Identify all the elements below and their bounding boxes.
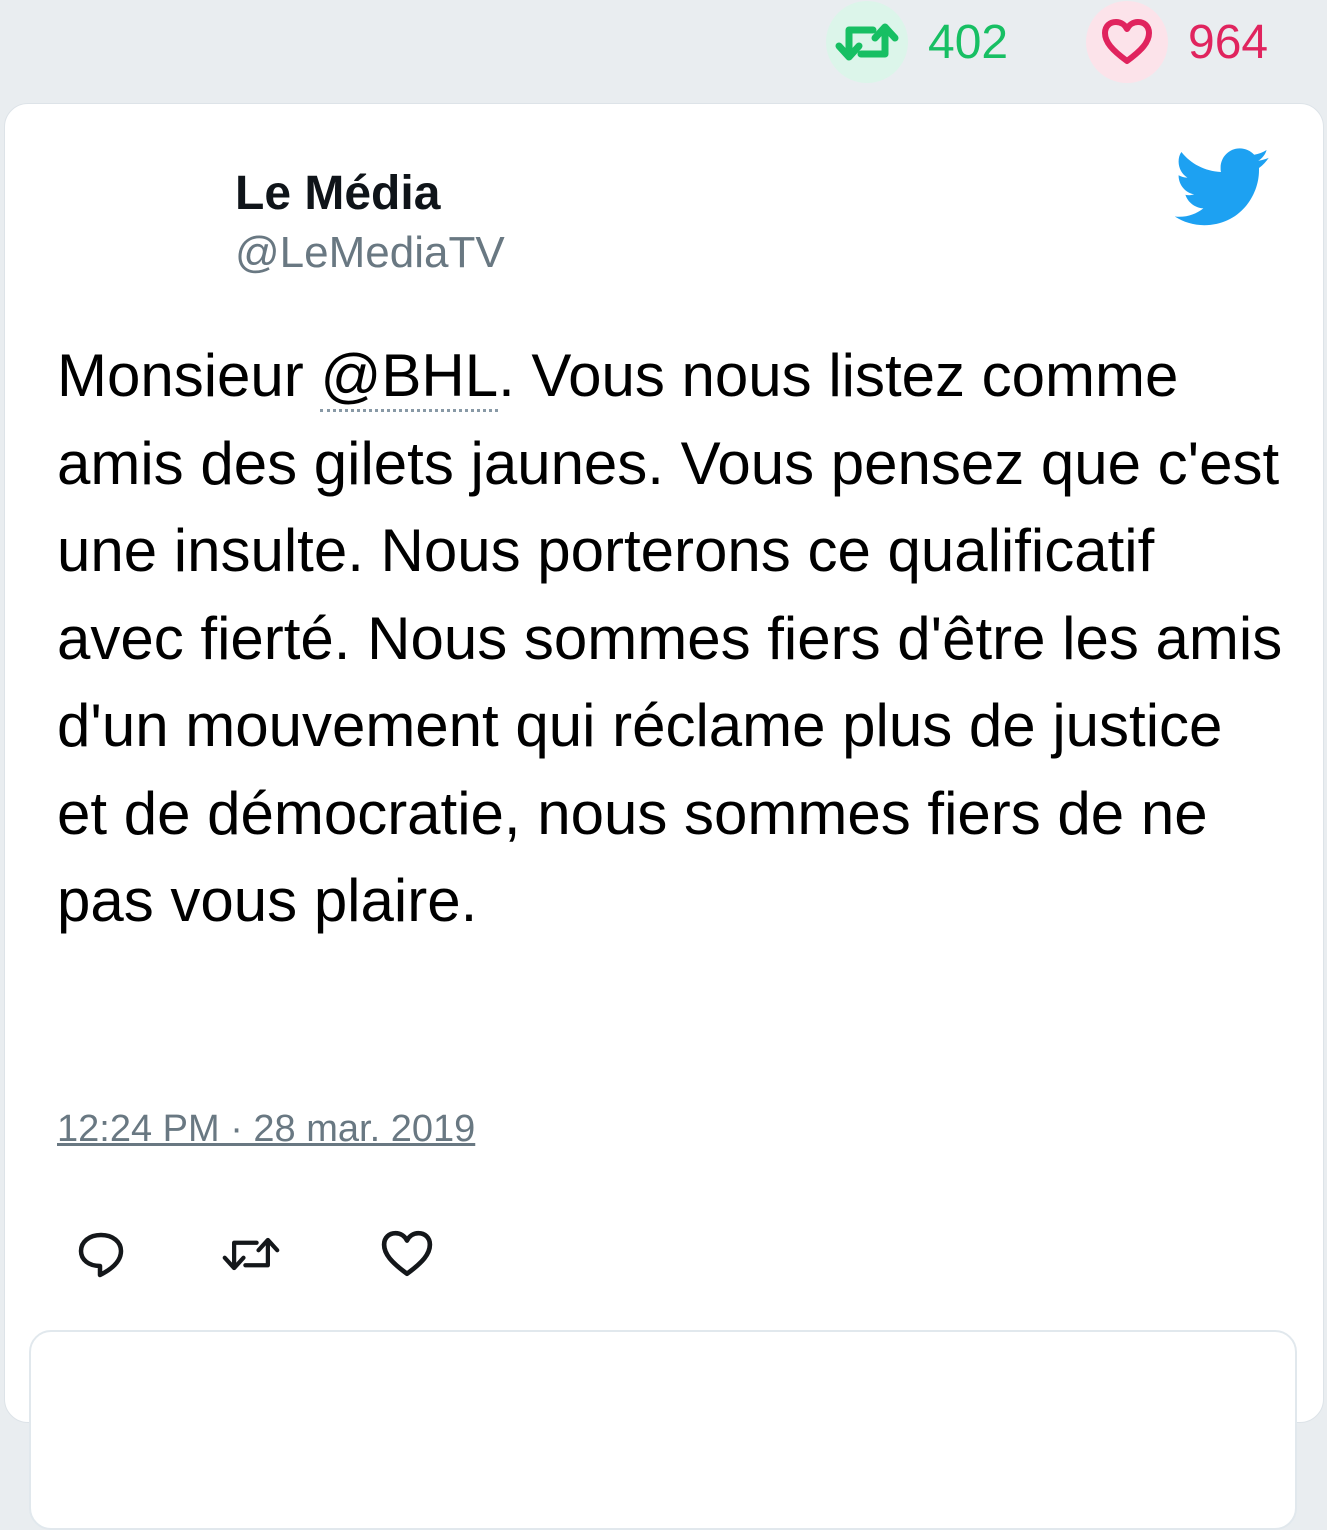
mention-link[interactable]: @BHL [320,342,499,412]
retweet-icon[interactable] [826,1,908,83]
heart-icon[interactable] [377,1224,437,1284]
like-count: 964 [1188,15,1269,69]
embedded-card[interactable] [29,1330,1297,1530]
tweet-timestamp[interactable]: 12:24 PM · 28 mar. 2019 [57,1108,475,1151]
author-handle[interactable]: @LeMediaTV [235,228,505,278]
tweet-text-rest: . Vous nous listez comme amis des gilets… [57,342,1283,934]
retweet-stat[interactable]: 402 [826,0,1008,84]
tweet-text-start: Monsieur [57,342,321,409]
tweet-text: Monsieur @BHL. Vous nous listez comme am… [57,332,1287,945]
heart-icon[interactable] [1086,1,1168,83]
tweet-card: Le Média @LeMediaTV Monsieur @BHL. Vous … [4,103,1324,1530]
twitter-bird-icon[interactable] [1174,148,1271,228]
like-stat[interactable]: 964 [1086,0,1268,84]
author-name[interactable]: Le Média [235,166,440,221]
retweet-icon[interactable] [221,1224,281,1284]
engagement-stats-bar: 402 964 [0,0,1327,100]
retweet-count: 402 [928,15,1009,69]
reply-icon[interactable] [71,1224,131,1284]
